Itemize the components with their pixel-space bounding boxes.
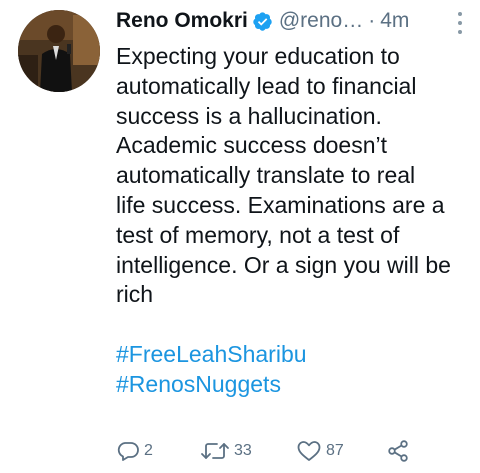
like-count: 87 bbox=[326, 442, 344, 459]
tweet-content: Reno Omokri @reno… · 4m Expecting your e… bbox=[116, 0, 466, 399]
tweet-actions: 2 33 87 bbox=[116, 436, 456, 466]
like-button[interactable]: 87 bbox=[296, 436, 344, 466]
hashtag-list: #FreeLeahSharibu #RenosNuggets bbox=[116, 339, 466, 399]
heart-icon bbox=[296, 439, 322, 463]
tweet-text-line: Expecting your education to bbox=[116, 43, 400, 69]
tweet-text-line: life success. Examinations are a bbox=[116, 191, 445, 218]
retweet-icon bbox=[200, 439, 230, 463]
tweet-header: Reno Omokri @reno… · 4m bbox=[116, 0, 466, 42]
separator-dot: · bbox=[368, 9, 376, 32]
share-button[interactable] bbox=[386, 436, 410, 466]
avatar-image bbox=[18, 10, 100, 92]
share-icon bbox=[386, 439, 410, 463]
tweet-text: Expecting your education to automaticall… bbox=[116, 42, 466, 310]
author-name[interactable]: Reno Omokri bbox=[116, 9, 248, 33]
tweet-text-line: automatically lead to financial bbox=[116, 72, 417, 99]
tweet-text-line: Academic success doesn’t bbox=[116, 132, 388, 159]
tweet-text-line: automatically translate to real bbox=[116, 162, 416, 189]
tweet-text-line: rich bbox=[116, 281, 154, 308]
tweet-text-line: test of memory, not a test of bbox=[116, 221, 400, 248]
hashtag-link[interactable]: #RenosNuggets bbox=[116, 369, 466, 399]
hashtag-link[interactable]: #FreeLeahSharibu bbox=[116, 339, 466, 369]
avatar[interactable] bbox=[18, 10, 100, 92]
tweet-text-line: intelligence. Or a sign you will be bbox=[116, 251, 451, 278]
author-handle[interactable]: @reno… bbox=[279, 9, 363, 33]
tweet[interactable]: Reno Omokri @reno… · 4m Expecting your e… bbox=[0, 0, 480, 473]
reply-count: 2 bbox=[144, 442, 153, 459]
verified-badge-icon bbox=[252, 11, 273, 32]
tweet-text-line: success is a hallucination. bbox=[116, 102, 382, 129]
retweet-count: 33 bbox=[234, 442, 252, 459]
reply-icon bbox=[116, 439, 140, 463]
reply-button[interactable]: 2 bbox=[116, 436, 153, 466]
retweet-button[interactable]: 33 bbox=[200, 436, 252, 466]
more-vertical-icon[interactable] bbox=[450, 12, 470, 34]
timestamp[interactable]: 4m bbox=[380, 9, 409, 33]
